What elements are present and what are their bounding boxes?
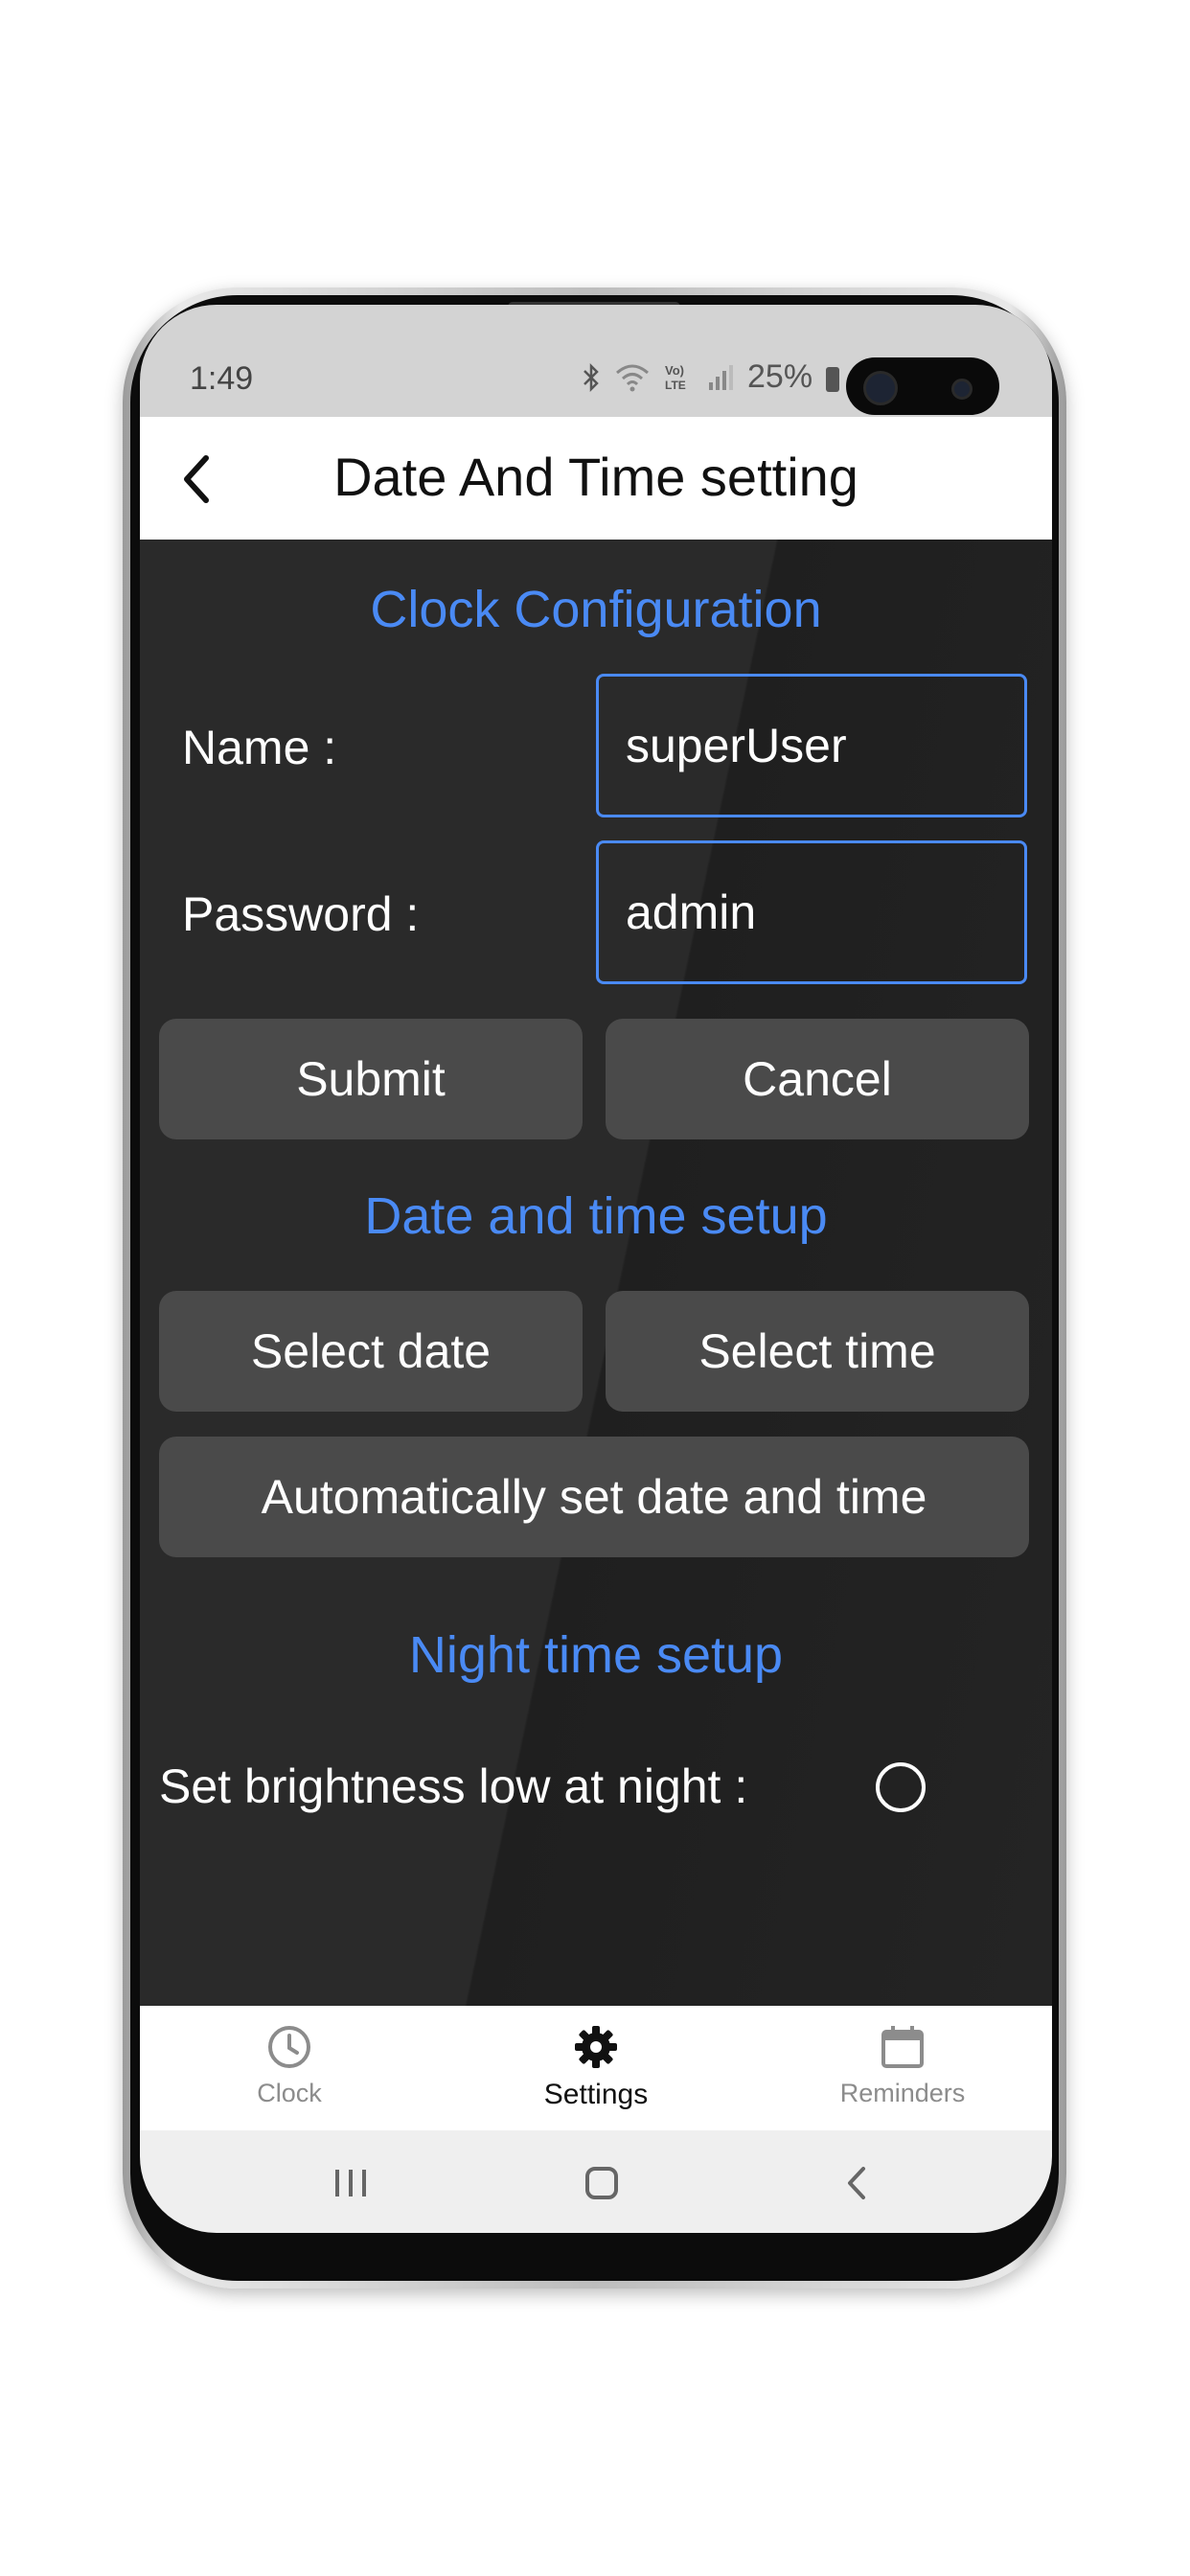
chevron-left-icon <box>184 455 209 503</box>
status-icons: Vo) LTE 25% <box>581 358 840 396</box>
recents-icon <box>335 2170 366 2196</box>
system-navigation-bar <box>140 2130 1052 2233</box>
nav-settings-label: Settings <box>543 2079 649 2110</box>
calendar-icon <box>881 2026 924 2068</box>
select-date-button[interactable]: Select date <box>159 1291 583 1412</box>
wifi-icon <box>616 364 649 391</box>
nav-settings[interactable]: Settings <box>452 2023 740 2111</box>
gear-icon <box>575 2026 617 2068</box>
status-bar: 1:49 Vo) LTE 25% <box>140 305 1052 417</box>
select-time-button[interactable]: Select time <box>606 1291 1029 1412</box>
bluetooth-icon <box>584 362 599 392</box>
signal-icon <box>709 364 733 390</box>
nav-clock-label: Clock <box>257 2079 322 2107</box>
brightness-low-radio[interactable] <box>876 1762 926 1812</box>
password-label: Password : <box>182 887 420 941</box>
home-button[interactable] <box>573 2159 630 2207</box>
clock-icon <box>268 2026 310 2068</box>
password-input[interactable]: admin <box>596 840 1027 984</box>
night-time-setup-heading: Night time setup <box>408 1626 784 1684</box>
camera-cutout <box>846 357 999 415</box>
back-nav-icon <box>848 2167 865 2199</box>
back-nav-button[interactable] <box>828 2159 885 2207</box>
name-label: Name : <box>182 721 337 774</box>
recents-button[interactable] <box>322 2159 379 2207</box>
cancel-button[interactable]: Cancel <box>606 1019 1029 1139</box>
back-button[interactable] <box>163 446 230 513</box>
battery-icon <box>826 366 840 392</box>
battery-percent: 25% <box>747 358 813 395</box>
phone-screen: 1:49 Vo) LTE 25% Date And Time setting C… <box>140 305 1052 2233</box>
volte-icon: Vo) LTE <box>665 363 686 392</box>
submit-button[interactable]: Submit <box>159 1019 583 1139</box>
brightness-low-label: Set brightness low at night : <box>159 1760 748 1813</box>
date-time-setup-heading: Date and time setup <box>364 1187 828 1245</box>
settings-content: Clock Configuration Name : superUser Pas… <box>140 540 1052 2006</box>
bottom-navigation: Clock Settings Reminders <box>140 2006 1052 2130</box>
status-time: 1:49 <box>190 360 254 397</box>
clock-configuration-heading: Clock Configuration <box>370 581 822 638</box>
nav-reminders-label: Reminders <box>839 2079 966 2107</box>
front-camera-sensor <box>951 379 973 400</box>
svg-text:Vo): Vo) <box>665 363 684 378</box>
front-camera-lens <box>863 371 898 405</box>
svg-text:LTE: LTE <box>665 379 686 392</box>
app-bar: Date And Time setting <box>140 417 1052 540</box>
page-title: Date And Time setting <box>333 447 858 507</box>
name-input[interactable]: superUser <box>596 674 1027 817</box>
home-icon <box>585 2167 618 2199</box>
nav-reminders[interactable]: Reminders <box>759 2023 1046 2108</box>
auto-set-date-time-button[interactable]: Automatically set date and time <box>159 1437 1029 1557</box>
nav-clock[interactable]: Clock <box>146 2023 433 2108</box>
